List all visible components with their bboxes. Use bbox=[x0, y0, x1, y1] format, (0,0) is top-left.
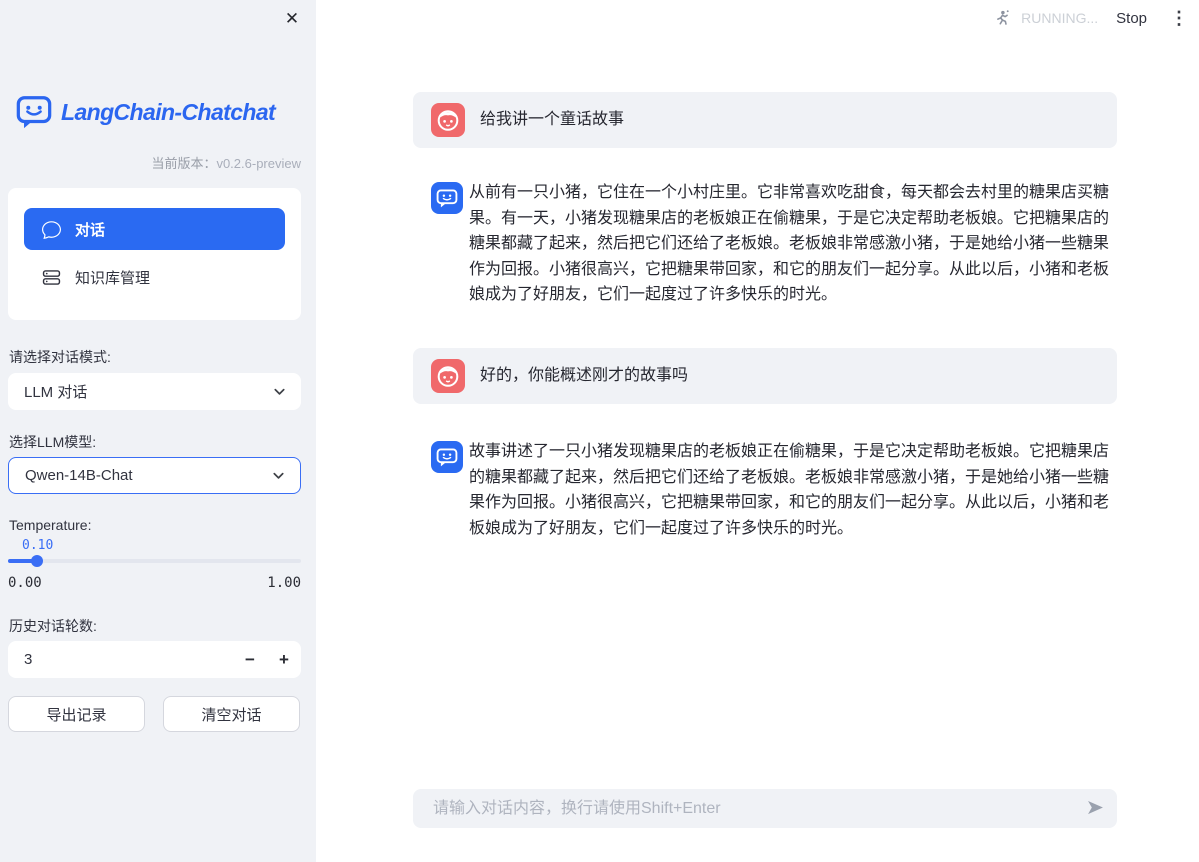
running-man-icon bbox=[993, 9, 1012, 28]
llm-model-value: Qwen-14B-Chat bbox=[25, 467, 133, 484]
clear-dialogue-button[interactable]: 清空对话 bbox=[163, 696, 300, 732]
slider-range: 0.00 1.00 bbox=[8, 575, 301, 591]
chat-input[interactable] bbox=[413, 789, 1053, 828]
app-title: LangChain-Chatchat bbox=[61, 99, 275, 126]
message-text: 给我讲一个童话故事 bbox=[480, 107, 624, 133]
sidebar-actions: 导出记录 清空对话 bbox=[8, 696, 301, 732]
version-label: 当前版本： bbox=[151, 156, 216, 171]
nav-menu: 对话 知识库管理 bbox=[8, 188, 301, 320]
chat-bubble-icon bbox=[42, 220, 61, 239]
export-records-button[interactable]: 导出记录 bbox=[8, 696, 145, 732]
message-text: 从前有一只小猪，它住在一个小村庄里。它非常喜欢吃甜食，每天都会去村里的糖果店买糖… bbox=[469, 180, 1115, 308]
increment-button[interactable]: + bbox=[267, 641, 301, 678]
dialogue-mode-select[interactable]: LLM 对话 bbox=[8, 373, 301, 410]
user-avatar-icon bbox=[431, 359, 465, 393]
status-text: RUNNING... bbox=[1021, 10, 1098, 26]
message-text: 好的，你能概述刚才的故事吗 bbox=[480, 363, 688, 389]
temperature-slider[interactable] bbox=[8, 555, 301, 567]
history-rounds-label: 历史对话轮数: bbox=[9, 616, 97, 636]
slider-min: 0.00 bbox=[8, 575, 42, 591]
menu-item-label: 知识库管理 bbox=[75, 267, 150, 288]
sidebar-item-dialogue[interactable]: 对话 bbox=[24, 208, 285, 250]
main-area: RUNNING... Stop ⋮ 给我讲一个童话故事 bbox=[316, 0, 1199, 862]
dialogue-mode-label: 请选择对话模式: bbox=[9, 347, 111, 367]
send-icon bbox=[1085, 797, 1106, 821]
app-window: ✕ LangChain-Chatchat 当前版本：v0.2.6-preview bbox=[0, 0, 1199, 862]
version-info: 当前版本：v0.2.6-preview bbox=[151, 153, 301, 172]
database-icon bbox=[42, 268, 61, 287]
user-message: 给我讲一个童话故事 bbox=[413, 92, 1117, 148]
chat-input-bar bbox=[413, 789, 1117, 828]
llm-model-label: 选择LLM模型: bbox=[9, 432, 96, 452]
temperature-slider-value: 0.10 bbox=[22, 538, 53, 553]
sidebar: ✕ LangChain-Chatchat 当前版本：v0.2.6-preview bbox=[0, 0, 316, 862]
chevron-down-icon bbox=[272, 384, 287, 399]
chat-history: 给我讲一个童话故事 从前有一只小猪，它住在一个小村庄里。它非常喜欢吃甜食，每天都… bbox=[413, 92, 1117, 581]
chatchat-logo-icon bbox=[15, 93, 53, 131]
slider-max: 1.00 bbox=[267, 575, 301, 591]
assistant-avatar-icon bbox=[431, 182, 463, 214]
dialogue-mode-value: LLM 对话 bbox=[24, 381, 87, 402]
temperature-label: Temperature: bbox=[9, 517, 91, 533]
stop-button[interactable]: Stop bbox=[1116, 10, 1147, 27]
message-text: 故事讲述了一只小猪发现糖果店的老板娘正在偷糖果，于是它决定帮助老板娘。它把糖果店… bbox=[469, 439, 1115, 541]
slider-thumb[interactable] bbox=[31, 555, 43, 567]
kebab-menu-icon[interactable]: ⋮ bbox=[1169, 8, 1189, 29]
history-rounds-stepper: − + bbox=[8, 641, 301, 678]
llm-model-select[interactable]: Qwen-14B-Chat bbox=[8, 457, 301, 494]
close-sidebar-button[interactable]: ✕ bbox=[281, 8, 303, 30]
assistant-message: 故事讲述了一只小猪发现糖果店的老板娘正在偷糖果，于是它决定帮助老板娘。它把糖果店… bbox=[413, 439, 1117, 541]
sidebar-item-knowledge-base[interactable]: 知识库管理 bbox=[24, 254, 285, 300]
decrement-button[interactable]: − bbox=[233, 641, 267, 678]
chevron-down-icon bbox=[271, 468, 286, 483]
user-message: 好的，你能概述刚才的故事吗 bbox=[413, 348, 1117, 404]
status-toolbar: RUNNING... Stop ⋮ bbox=[993, 0, 1199, 36]
slider-track[interactable] bbox=[8, 559, 301, 563]
assistant-message: 从前有一只小猪，它住在一个小村庄里。它非常喜欢吃甜食，每天都会去村里的糖果店买糖… bbox=[413, 180, 1117, 308]
menu-item-label: 对话 bbox=[75, 219, 105, 240]
close-icon: ✕ bbox=[285, 9, 299, 28]
history-rounds-value[interactable] bbox=[8, 641, 233, 678]
app-logo: LangChain-Chatchat bbox=[15, 93, 275, 131]
user-avatar-icon bbox=[431, 103, 465, 137]
send-button[interactable] bbox=[1079, 793, 1111, 825]
assistant-avatar-icon bbox=[431, 441, 463, 473]
version-value: v0.2.6-preview bbox=[216, 156, 301, 171]
